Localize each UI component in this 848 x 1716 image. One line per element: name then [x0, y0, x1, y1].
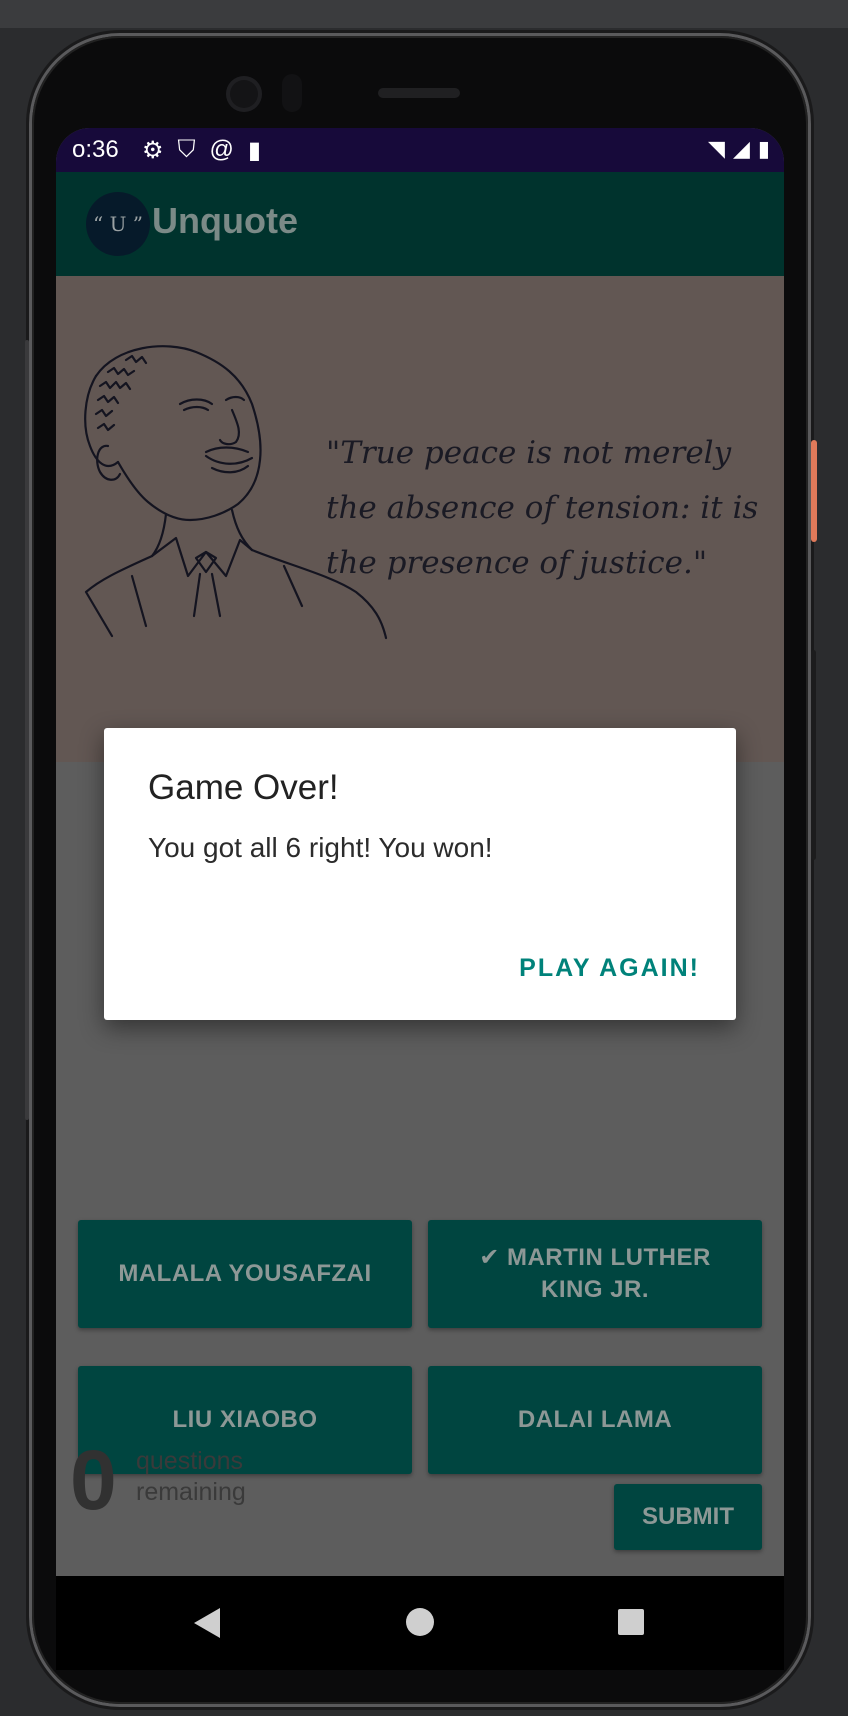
app-title: Unquote [152, 200, 298, 241]
shield-icon: ⛉ [177, 136, 196, 163]
quote-image: "True peace is not merely the absence of… [56, 276, 784, 762]
status-right-icons: ◥ ◢ ▮ [708, 136, 770, 162]
app-logo: “ U ” P [86, 192, 150, 300]
phone-side-edge [25, 340, 29, 1120]
signal-icon: ◢ [732, 136, 750, 161]
gear-icon: ⚙ [142, 137, 164, 164]
answer-button-2[interactable]: ✔ MARTIN LUTHER KING JR. [428, 1220, 762, 1328]
questions-remaining-label: questions remaining [136, 1447, 246, 1506]
back-icon[interactable] [194, 1608, 220, 1638]
power-button[interactable] [811, 440, 817, 542]
app-bar: “ U ” P Unquote [56, 172, 784, 300]
emulator-top-bar [0, 0, 848, 28]
sd-card-icon: ▮ [247, 137, 262, 164]
quote-text: "True peace is not merely the absence of… [326, 435, 759, 581]
submit-button[interactable]: SUBMIT [614, 1484, 762, 1550]
play-again-button[interactable]: PLAY AGAIN! [519, 954, 700, 983]
status-bar: o:36 ⚙ ⛉ @ ▮ ◥ ◢ ▮ [56, 128, 784, 172]
answer-button-4[interactable]: DALAI LAMA [428, 1366, 762, 1474]
dialog-message: You got all 6 right! You won! [148, 832, 493, 863]
front-camera [226, 76, 262, 112]
dialog-title: Game Over! [148, 768, 339, 807]
proximity-sensor [282, 74, 302, 112]
status-time: o:36 [72, 136, 119, 163]
status-left-icons: ⚙ ⛉ @ ▮ [142, 136, 261, 165]
volume-button[interactable] [811, 650, 816, 860]
recent-apps-icon[interactable] [618, 1609, 644, 1635]
earpiece-speaker [378, 88, 460, 98]
navigation-bar [56, 1576, 784, 1670]
game-over-dialog: Game Over! You got all 6 right! You won!… [104, 728, 736, 1020]
questions-remaining-count: 0 [70, 1433, 117, 1527]
answer-button-1[interactable]: MALALA YOUSAFZAI [78, 1220, 412, 1328]
wifi-icon: ◥ [708, 136, 725, 161]
battery-icon: ▮ [757, 136, 770, 161]
at-sign-icon: @ [209, 136, 234, 163]
home-icon[interactable] [406, 1608, 434, 1636]
